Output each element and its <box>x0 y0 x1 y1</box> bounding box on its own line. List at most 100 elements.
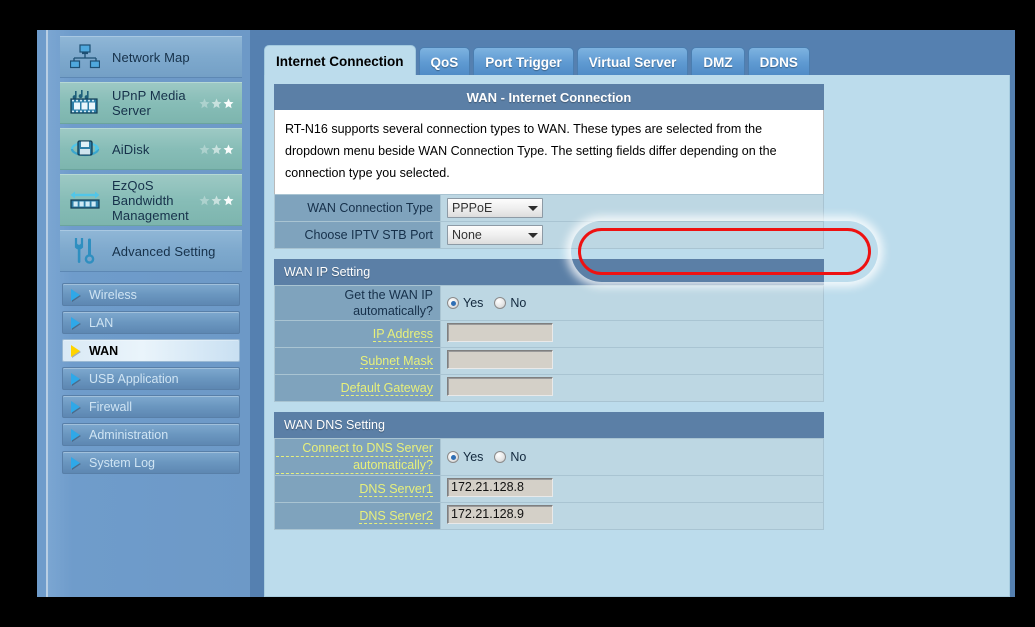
chevron-right-icon <box>71 288 80 301</box>
dns-server1-label[interactable]: DNS Server1 <box>359 481 433 497</box>
default-gateway-cell <box>440 374 824 402</box>
radio-icon <box>494 297 507 309</box>
settings-panel: WAN - Internet Connection RT-N16 support… <box>264 75 1010 597</box>
sidebar-item-label: Administration <box>89 427 169 442</box>
wan-dns-section-title: WAN DNS Setting <box>274 412 824 438</box>
chevron-right-icon <box>71 316 80 329</box>
radio-icon <box>447 297 459 309</box>
subnet-mask-label[interactable]: Subnet Mask <box>360 353 433 369</box>
chevron-right-icon <box>71 372 80 385</box>
default-gateway-input[interactable] <box>447 377 553 396</box>
get-wan-ip-auto-no[interactable]: No <box>494 296 526 310</box>
iptv-stb-port-cell: None <box>440 221 824 249</box>
media-server-icon <box>66 88 104 118</box>
dns-server1-input[interactable]: 172.21.128.8 <box>447 478 553 497</box>
ip-address-cell <box>440 320 824 348</box>
sidebar-item-firewall[interactable]: Firewall <box>62 395 240 418</box>
sidebar-item-label: EzQoS Bandwidth Management <box>112 177 189 223</box>
tab-internet-connection[interactable]: Internet Connection <box>264 45 416 76</box>
radio-icon <box>447 451 459 463</box>
star-icon <box>199 98 210 109</box>
get-wan-ip-auto-label: Get the WAN IP automatically? <box>274 285 441 321</box>
tab-qos[interactable]: QoS <box>418 47 471 76</box>
table-row: Default Gateway <box>274 374 824 402</box>
default-gateway-label-cell: Default Gateway <box>274 374 441 402</box>
chevron-right-icon <box>71 400 80 413</box>
get-wan-ip-auto-cell: Yes No <box>440 285 824 321</box>
sidebar: Network Map UPnP Media Server AiDisk EzQ… <box>37 30 250 597</box>
star-icon <box>211 98 222 109</box>
sidebar-item-label: USB Application <box>89 371 179 386</box>
ezqos-icon <box>66 185 104 215</box>
star-icon <box>211 195 222 206</box>
star-icon <box>223 98 234 109</box>
aidisk-icon <box>66 134 104 164</box>
subnet-mask-label-cell: Subnet Mask <box>274 347 441 375</box>
tab-virtual-server[interactable]: Virtual Server <box>576 47 689 76</box>
star-icon <box>223 195 234 206</box>
dns-server1-label-cell: DNS Server1 <box>274 475 441 503</box>
sidebar-item-usb-application[interactable]: USB Application <box>62 367 240 390</box>
page-title: WAN - Internet Connection <box>274 84 824 110</box>
network-map-icon <box>66 42 104 72</box>
tab-port-trigger[interactable]: Port Trigger <box>473 47 574 76</box>
wan-ip-section-title: WAN IP Setting <box>274 259 824 285</box>
chevron-down-icon <box>528 205 538 211</box>
table-row: DNS Server1 172.21.128.8 <box>274 475 824 503</box>
table-row: DNS Server2 172.21.128.9 <box>274 502 824 530</box>
table-row: Subnet Mask <box>274 347 824 375</box>
sidebar-item-label: Wireless <box>89 287 137 302</box>
sidebar-item-aidisk[interactable]: AiDisk <box>60 128 242 170</box>
default-gateway-label[interactable]: Default Gateway <box>340 380 433 396</box>
tab-dmz[interactable]: DMZ <box>691 47 745 76</box>
content-area: Internet Connection QoS Port Trigger Vir… <box>253 30 1015 597</box>
wan-connection-type-cell: PPPoE <box>440 194 824 222</box>
intro-text: RT-N16 supports several connection types… <box>274 110 824 194</box>
sidebar-item-label: WAN <box>89 343 119 358</box>
sidebar-item-lan[interactable]: LAN <box>62 311 240 334</box>
sidebar-item-wireless[interactable]: Wireless <box>62 283 240 306</box>
get-wan-ip-auto-yes[interactable]: Yes <box>447 296 483 310</box>
sidebar-item-network-map[interactable]: Network Map <box>60 36 242 78</box>
sidebar-item-ezqos-bandwidth-management[interactable]: EzQoS Bandwidth Management <box>60 174 242 226</box>
connect-dns-auto-yes[interactable]: Yes <box>447 450 483 464</box>
sidebar-item-wan[interactable]: WAN <box>62 339 240 362</box>
get-wan-ip-auto-radio-group: Yes No <box>447 296 822 310</box>
table-row: WAN Connection Type PPPoE <box>274 194 824 222</box>
connect-dns-auto-no[interactable]: No <box>494 450 526 464</box>
ip-address-label[interactable]: IP Address <box>372 326 433 342</box>
dns-server2-input[interactable]: 172.21.128.9 <box>447 505 553 524</box>
sidebar-item-label: System Log <box>89 455 156 470</box>
table-row: IP Address <box>274 320 824 348</box>
router-admin-screen: Network Map UPnP Media Server AiDisk EzQ… <box>37 30 1015 597</box>
sidebar-item-upnp-media-server[interactable]: UPnP Media Server <box>60 82 242 124</box>
sidebar-item-label: Advanced Setting <box>112 243 216 259</box>
sidebar-item-advanced-setting[interactable]: Advanced Setting <box>60 230 242 272</box>
sidebar-item-label: AiDisk <box>112 141 150 157</box>
sidebar-item-administration[interactable]: Administration <box>62 423 240 446</box>
connect-dns-auto-label: Connect to DNS Server automatically? <box>274 438 441 476</box>
connect-dns-auto-radio-group: Yes No <box>447 450 822 464</box>
connect-dns-auto-cell: Yes No <box>440 438 824 476</box>
radio-label: No <box>510 296 527 310</box>
tools-icon <box>66 236 104 266</box>
iptv-stb-port-label: Choose IPTV STB Port <box>274 221 441 249</box>
subnet-mask-input[interactable] <box>447 350 553 369</box>
chevron-right-icon <box>71 344 80 357</box>
tab-bar: Internet Connection QoS Port Trigger Vir… <box>264 45 813 76</box>
dns-server2-label[interactable]: DNS Server2 <box>359 508 433 524</box>
wan-connection-type-select[interactable]: PPPoE <box>447 198 543 218</box>
dns-server2-label-cell: DNS Server2 <box>274 502 441 530</box>
iptv-stb-port-select[interactable]: None <box>447 225 543 245</box>
table-row: Get the WAN IP automatically? Yes No <box>274 285 824 321</box>
settings-content: WAN - Internet Connection RT-N16 support… <box>274 84 824 595</box>
sidebar-item-label: Network Map <box>112 49 190 65</box>
sidebar-item-label: Firewall <box>89 399 133 414</box>
ip-address-label-cell: IP Address <box>274 320 441 348</box>
ip-address-input[interactable] <box>447 323 553 342</box>
star-icon <box>199 195 210 206</box>
sidebar-item-system-log[interactable]: System Log <box>62 451 240 474</box>
tab-ddns[interactable]: DDNS <box>747 47 810 76</box>
wan-ip-table: Get the WAN IP automatically? Yes No IP … <box>274 285 824 402</box>
chevron-right-icon <box>71 428 80 441</box>
